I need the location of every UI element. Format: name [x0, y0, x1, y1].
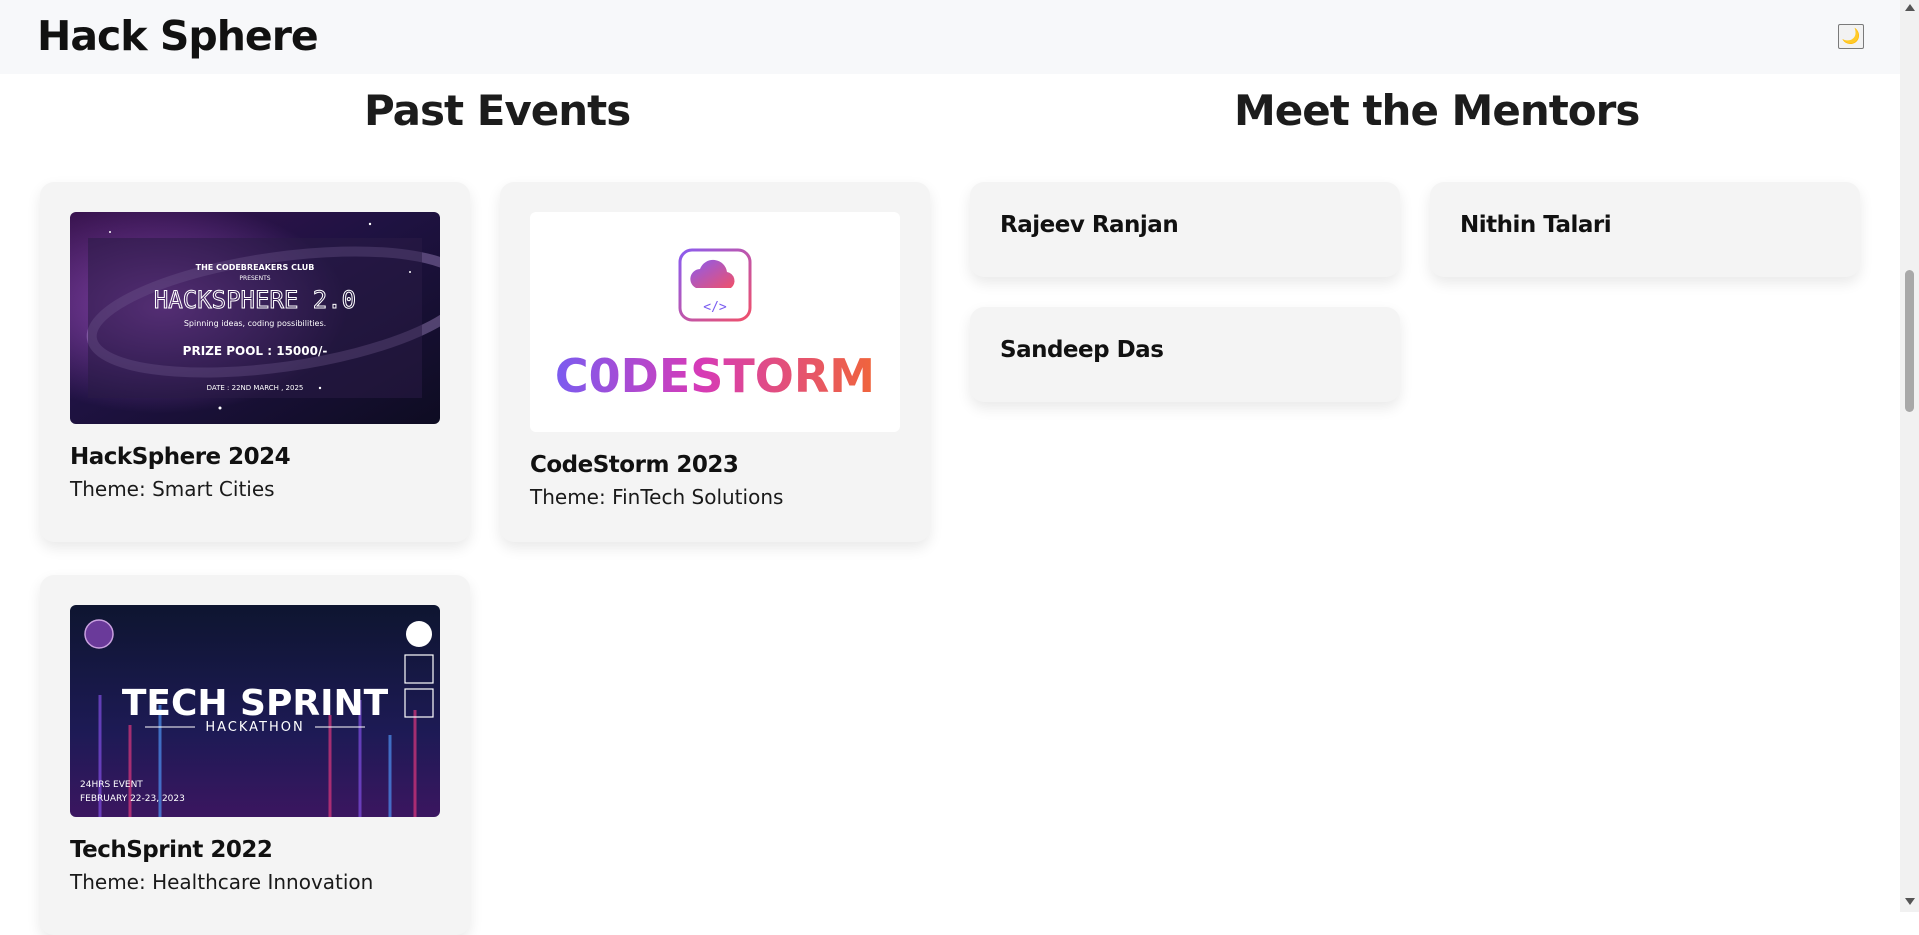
scroll-down-icon[interactable] [1905, 898, 1915, 905]
codestorm-wordmark: C0DESTORM [555, 349, 875, 403]
techsprint-dates: FEBRUARY 22-23, 2023 [80, 794, 185, 804]
event-name: HackSphere 2024 [70, 444, 291, 470]
techsprint-length: 24HRS EVENT [80, 780, 143, 790]
banner-headline-text: HACKSPHERE 2.0 [154, 286, 356, 314]
event-banner-codestorm: </> C0DESTORM [530, 212, 900, 432]
event-name: TechSprint 2022 [70, 837, 273, 863]
banner-org-text: THE CODEBREAKERS CLUB [196, 263, 315, 272]
banner-tagline-text: Spinning ideas, coding possibilities. [184, 319, 326, 328]
banner-prize-text: PRIZE POOL : 15000/- [183, 344, 328, 358]
banner-date-text: DATE : 22ND MARCH , 2025 [207, 384, 304, 392]
techsprint-headline: TECH SPRINT [122, 683, 389, 724]
svg-text:</>: </> [703, 300, 727, 315]
event-card-techsprint[interactable]: TECH SPRINT HACKATHON 24HRS EVENT FEBRUA… [40, 575, 470, 935]
mentor-card[interactable]: Sandeep Das [970, 307, 1400, 402]
mentor-card[interactable]: Nithin Talari [1430, 182, 1860, 277]
event-name: CodeStorm 2023 [530, 452, 739, 478]
event-card-codestorm[interactable]: </> C0DESTORM CodeStorm 2023 Theme: FinT… [500, 182, 930, 542]
mentor-name: Sandeep Das [1000, 337, 1164, 363]
event-theme: Theme: Healthcare Innovation [70, 870, 374, 894]
event-theme: Theme: Smart Cities [70, 477, 275, 501]
event-card-hacksphere[interactable]: THE CODEBREAKERS CLUB PRESENTS HACKSPHER… [40, 182, 470, 542]
past-events-heading: Past Events [364, 86, 631, 135]
page-scrollbar[interactable] [1900, 0, 1919, 912]
cloud-code-icon: </> [678, 248, 752, 322]
mentor-name: Nithin Talari [1460, 212, 1612, 238]
banner-presents-text: PRESENTS [239, 275, 270, 282]
mentor-card[interactable]: Rajeev Ranjan [970, 182, 1400, 277]
scroll-up-icon[interactable] [1905, 4, 1915, 11]
mentors-heading: Meet the Mentors [1234, 86, 1640, 135]
theme-toggle-button[interactable]: 🌙 [1838, 24, 1864, 49]
event-theme: Theme: FinTech Solutions [530, 485, 784, 509]
mentor-name: Rajeev Ranjan [1000, 212, 1179, 238]
techsprint-subline: HACKATHON [205, 720, 304, 735]
scroll-thumb[interactable] [1905, 270, 1914, 412]
event-banner-hacksphere: THE CODEBREAKERS CLUB PRESENTS HACKSPHER… [70, 212, 440, 424]
event-banner-techsprint: TECH SPRINT HACKATHON 24HRS EVENT FEBRUA… [70, 605, 440, 817]
moon-icon: 🌙 [1841, 27, 1861, 45]
site-header: Hack Sphere 🌙 [0, 0, 1900, 74]
brand-title[interactable]: Hack Sphere [37, 12, 319, 60]
